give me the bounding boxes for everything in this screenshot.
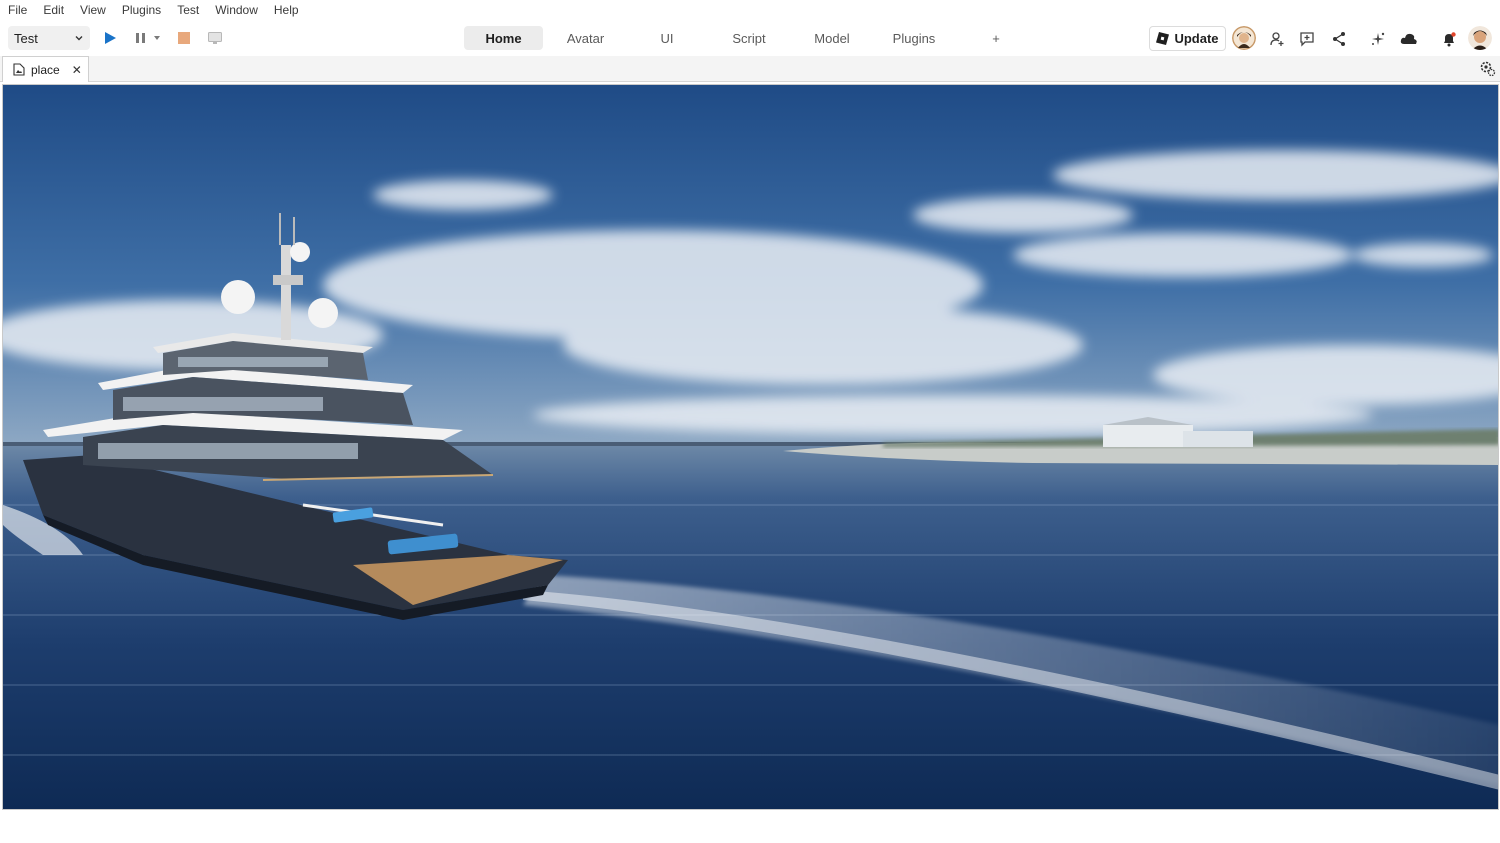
add-user-icon <box>1270 32 1284 46</box>
menu-view[interactable]: View <box>80 3 106 17</box>
stop-button[interactable] <box>175 29 193 47</box>
collaborator-avatar[interactable] <box>1232 26 1256 50</box>
place-file-icon <box>13 63 25 76</box>
comment-add-icon <box>1300 32 1314 47</box>
menu-edit[interactable]: Edit <box>43 3 64 17</box>
pause-button[interactable] <box>132 29 150 47</box>
menu-plugins[interactable]: Plugins <box>122 3 161 17</box>
share-icon <box>1333 32 1345 46</box>
chevron-down-icon <box>75 36 83 41</box>
3d-viewport[interactable] <box>2 84 1499 810</box>
avatar-icon <box>1468 26 1492 50</box>
menu-window[interactable]: Window <box>215 3 258 17</box>
assistant-button[interactable] <box>1368 29 1388 49</box>
cloud-button[interactable] <box>1399 29 1419 49</box>
mode-dropdown-value: Test <box>14 30 38 46</box>
cloud-icon <box>1400 33 1417 44</box>
avatar-icon <box>1232 26 1256 50</box>
tab-ui[interactable]: UI <box>628 26 706 50</box>
document-tab-place[interactable]: place ✕ <box>2 56 89 82</box>
viewport-settings-icon[interactable] <box>1478 59 1496 77</box>
add-collaborator-button[interactable] <box>1267 29 1287 49</box>
play-icon <box>105 32 116 44</box>
share-button[interactable] <box>1329 29 1349 49</box>
viewport-scene <box>3 85 1498 809</box>
menu-test[interactable]: Test <box>177 3 199 17</box>
stop-icon <box>178 32 190 44</box>
tab-script[interactable]: Script <box>706 26 792 50</box>
menu-bar: File Edit View Plugins Test Window Help <box>0 0 1500 20</box>
client-server-button[interactable] <box>206 29 224 47</box>
tab-home[interactable]: Home <box>464 26 543 50</box>
document-tab-label: place <box>31 62 60 77</box>
pause-options-button[interactable] <box>151 29 163 47</box>
tab-avatar[interactable]: Avatar <box>543 26 628 50</box>
play-button[interactable] <box>101 29 119 47</box>
monitor-icon <box>208 32 222 44</box>
mode-dropdown[interactable]: Test <box>8 26 90 50</box>
document-tab-strip: place ✕ <box>0 56 1500 82</box>
tab-model[interactable]: Model <box>792 26 872 50</box>
update-button-label: Update <box>1174 31 1219 46</box>
sparkle-icon <box>1372 32 1385 45</box>
ribbon-tabs: Home Avatar UI Script Model Plugins + <box>464 26 1036 50</box>
update-button[interactable]: Update <box>1149 26 1226 51</box>
menu-file[interactable]: File <box>8 3 27 17</box>
tab-plugins[interactable]: Plugins <box>872 26 956 50</box>
caret-down-icon <box>154 36 160 40</box>
pause-icon <box>136 33 145 43</box>
menu-help[interactable]: Help <box>274 3 299 17</box>
add-tab-button[interactable]: + <box>956 26 1036 50</box>
notifications-button[interactable] <box>1439 29 1459 49</box>
bell-icon <box>1444 32 1456 47</box>
close-tab-button[interactable]: ✕ <box>72 63 82 77</box>
roblox-logo-icon <box>1156 32 1170 45</box>
toolbar: Test Home Avatar UI Script Model Plugins… <box>0 20 1500 56</box>
user-avatar[interactable] <box>1468 26 1492 50</box>
comments-button[interactable] <box>1297 29 1317 49</box>
